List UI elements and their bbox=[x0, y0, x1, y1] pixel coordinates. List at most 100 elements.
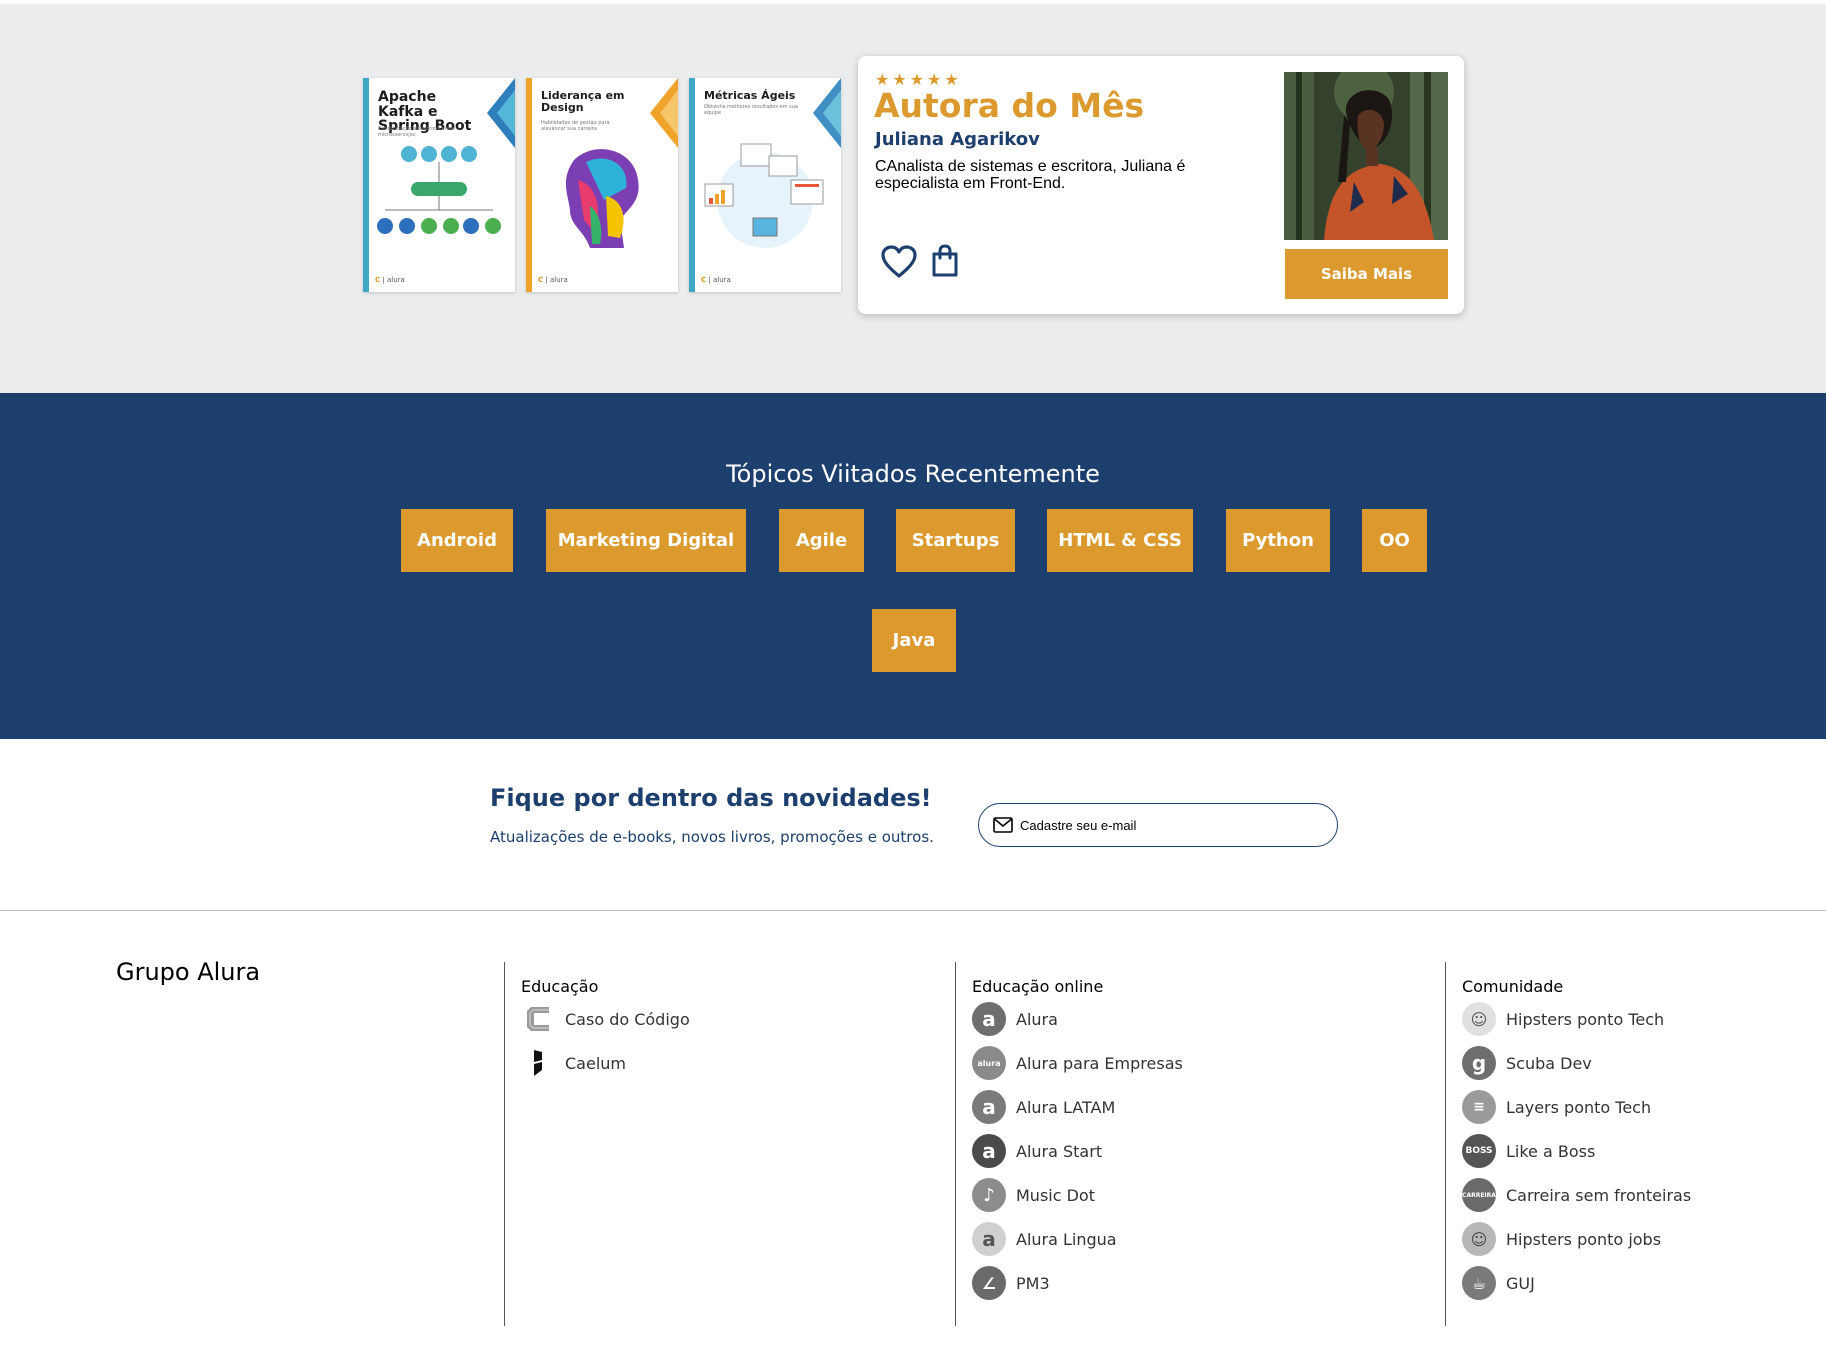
guj-logo-icon: ☕ bbox=[1462, 1266, 1496, 1300]
alura-latam-logo-icon: a bbox=[972, 1090, 1006, 1124]
footer-link-pm3[interactable]: ∠ PM3 bbox=[972, 1265, 1050, 1301]
email-signup-field[interactable] bbox=[978, 803, 1338, 847]
book-corner-decoration bbox=[487, 78, 515, 148]
book-subtitle: Comunicação assíncrona entre microsservi… bbox=[378, 126, 456, 138]
footer-column-title: Educação bbox=[521, 977, 599, 996]
footer-link-alura-latam[interactable]: a Alura LATAM bbox=[972, 1089, 1115, 1125]
footer-link-label: Alura Lingua bbox=[1016, 1229, 1117, 1249]
footer-link-alura-lingua[interactable]: a Alura Lingua bbox=[972, 1221, 1117, 1257]
footer-link-label: Alura para Empresas bbox=[1016, 1053, 1183, 1073]
alura-lingua-logo-icon: a bbox=[972, 1222, 1006, 1256]
footer-link-label: Alura LATAM bbox=[1016, 1097, 1116, 1117]
heart-icon[interactable] bbox=[880, 245, 918, 279]
topic-tag-java[interactable]: Java bbox=[872, 609, 956, 672]
music-note-icon: ♪ bbox=[972, 1178, 1006, 1212]
book-title: Liderança em Design bbox=[541, 89, 625, 114]
book-spine bbox=[363, 78, 369, 292]
caelum-logo-icon bbox=[521, 1046, 555, 1080]
footer-link-guj[interactable]: ☕ GUJ bbox=[1462, 1265, 1535, 1301]
author-photo bbox=[1284, 72, 1448, 240]
email-input[interactable] bbox=[1020, 815, 1320, 835]
footer-link-caelum[interactable]: Caelum bbox=[521, 1045, 626, 1081]
scuba-dev-logo-icon: g bbox=[1462, 1046, 1496, 1080]
footer-link-label: PM3 bbox=[1016, 1273, 1050, 1293]
footer-column-educacao-online: Educação online a Alura alura Alura para… bbox=[955, 962, 1436, 1326]
author-name: Juliana Agarikov bbox=[875, 129, 1040, 150]
footer-link-music-dot[interactable]: ♪ Music Dot bbox=[972, 1177, 1095, 1213]
footer-link-alura[interactable]: a Alura bbox=[972, 1001, 1058, 1037]
mail-icon bbox=[993, 817, 1013, 833]
footer-brand: Grupo Alura bbox=[116, 958, 261, 986]
book-spine bbox=[689, 78, 695, 292]
book-corner-decoration bbox=[813, 78, 841, 148]
section-divider bbox=[0, 910, 1826, 911]
footer-link-label: Scuba Dev bbox=[1506, 1053, 1592, 1073]
author-description: CAnalista de sistemas e escritora, Julia… bbox=[875, 158, 1186, 192]
topics-heading: Tópicos Viitados Recentemente bbox=[726, 460, 1100, 488]
newsletter-subtitle: Atualizações de e-books, novos livros, p… bbox=[490, 828, 934, 846]
footer-link-scuba-dev[interactable]: g Scuba Dev bbox=[1462, 1045, 1592, 1081]
footer-link-layers-ponto-tech[interactable]: ≡ Layers ponto Tech bbox=[1462, 1089, 1651, 1125]
footer-link-label: Caso do Código bbox=[565, 1009, 690, 1029]
book-publisher: C | alura bbox=[375, 276, 405, 284]
hipsters-jobs-logo-icon: ☺ bbox=[1462, 1222, 1496, 1256]
footer-column-educacao: Educação Caso do Código Caelum bbox=[504, 962, 945, 1326]
saiba-mais-button[interactable]: Saiba Mais bbox=[1285, 249, 1448, 299]
book-publisher: C | alura bbox=[701, 276, 731, 284]
book-spine bbox=[526, 78, 532, 292]
hipsters-logo-icon: ☺ bbox=[1462, 1002, 1496, 1036]
topic-tag-html-css[interactable]: HTML & CSS bbox=[1047, 509, 1193, 572]
footer-link-casa-do-codigo[interactable]: Caso do Código bbox=[521, 1001, 690, 1037]
footer-link-hipsters-ponto-jobs[interactable]: ☺ Hipsters ponto jobs bbox=[1462, 1221, 1661, 1257]
book-cover-kafka[interactable]: Apache Kafka e Spring Boot Comunicação a… bbox=[363, 78, 515, 292]
book-subtitle: Habilidades de gestão para alavancar sua… bbox=[541, 120, 610, 132]
alura-start-logo-icon: a bbox=[972, 1134, 1006, 1168]
footer-column-comunidade: Comunidade ☺ Hipsters ponto Tech g Scuba… bbox=[1445, 962, 1806, 1326]
hero-section: Apache Kafka e Spring Boot Comunicação a… bbox=[0, 4, 1826, 393]
book-publisher: C | alura bbox=[538, 276, 568, 284]
topic-tag-android[interactable]: Android bbox=[401, 509, 513, 572]
footer-link-label: Alura Start bbox=[1016, 1141, 1103, 1161]
topic-tag-python[interactable]: Python bbox=[1226, 509, 1330, 572]
book-subtitle: Obtenha melhores resultados em sua equip… bbox=[704, 104, 798, 116]
topic-tag-marketing-digital[interactable]: Marketing Digital bbox=[546, 509, 746, 572]
shopping-bag-icon[interactable] bbox=[931, 244, 959, 278]
topic-tag-startups[interactable]: Startups bbox=[896, 509, 1015, 572]
alura-empresas-logo-icon: alura bbox=[972, 1046, 1006, 1080]
author-of-month-card: ★★★★★ Autora do Mês Juliana Agarikov CAn… bbox=[858, 56, 1464, 314]
footer-column-title: Educação online bbox=[972, 977, 1104, 996]
footer-link-label: Like a Boss bbox=[1506, 1141, 1596, 1161]
book-corner-decoration bbox=[650, 78, 678, 148]
footer-link-like-a-boss[interactable]: BOSS Like a Boss bbox=[1462, 1133, 1595, 1169]
book-cover-metricas[interactable]: Métricas Ágeis Obtenha melhores resultad… bbox=[689, 78, 841, 292]
carreira-logo-icon: CARREIRA bbox=[1462, 1178, 1496, 1212]
footer-link-label: Alura bbox=[1016, 1009, 1058, 1029]
footer-link-label: Caelum bbox=[565, 1053, 626, 1073]
footer-link-label: GUJ bbox=[1506, 1273, 1535, 1293]
footer-column-title: Comunidade bbox=[1462, 977, 1564, 996]
footer-link-alura-start[interactable]: a Alura Start bbox=[972, 1133, 1102, 1169]
book-title: Métricas Ágeis bbox=[704, 89, 796, 102]
book-illustration bbox=[565, 149, 639, 248]
footer-link-label: Layers ponto Tech bbox=[1506, 1097, 1652, 1117]
card-heading: Autora do Mês bbox=[874, 86, 1145, 125]
footer-link-carreira-sem-fronteiras[interactable]: CARREIRA Carreira sem fronteiras bbox=[1462, 1177, 1691, 1213]
layers-logo-icon: ≡ bbox=[1462, 1090, 1496, 1124]
recent-topics-section: Tópicos Viitados Recentemente Android Ma… bbox=[0, 393, 1826, 739]
footer-link-alura-para-empresas[interactable]: alura Alura para Empresas bbox=[972, 1045, 1183, 1081]
pm3-logo-icon: ∠ bbox=[972, 1266, 1006, 1300]
footer-link-label: Hipsters ponto jobs bbox=[1506, 1229, 1662, 1249]
footer-link-label: Music Dot bbox=[1016, 1185, 1095, 1205]
topic-tag-agile[interactable]: Agile bbox=[779, 509, 864, 572]
casa-do-codigo-logo-icon bbox=[521, 1002, 555, 1036]
book-illustration bbox=[377, 146, 501, 234]
topic-tag-oo[interactable]: OO bbox=[1362, 509, 1427, 572]
footer-link-label: Hipsters ponto Tech bbox=[1506, 1009, 1665, 1029]
alura-logo-icon: a bbox=[972, 1002, 1006, 1036]
like-a-boss-logo-icon: BOSS bbox=[1462, 1134, 1496, 1168]
book-illustration bbox=[704, 143, 824, 248]
footer-link-hipsters-ponto-tech[interactable]: ☺ Hipsters ponto Tech bbox=[1462, 1001, 1664, 1037]
newsletter-title: Fique por dentro das novidades! bbox=[490, 784, 932, 812]
footer-link-label: Carreira sem fronteiras bbox=[1506, 1185, 1692, 1205]
book-cover-lideranca[interactable]: Liderança em Design Habilidades de gestã… bbox=[526, 78, 678, 292]
